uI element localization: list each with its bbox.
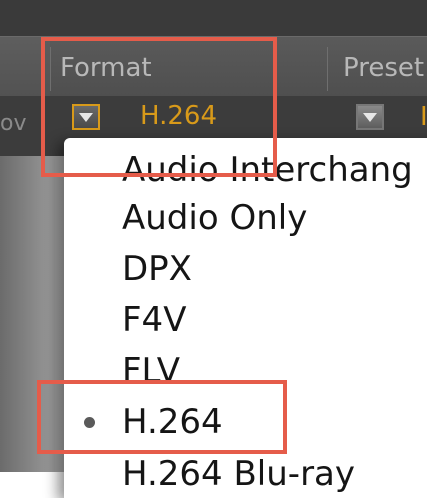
- menu-item-f4v[interactable]: F4V: [122, 300, 186, 340]
- column-header-preset[interactable]: Preset: [343, 53, 424, 83]
- menu-item-dpx[interactable]: DPX: [122, 249, 192, 289]
- column-divider: [327, 47, 328, 91]
- top-bar: [0, 0, 427, 36]
- menu-item-audio-only[interactable]: Audio Only: [122, 198, 307, 238]
- dropdown-arrow-icon: [363, 112, 377, 122]
- row-truncated-text: ov: [0, 111, 27, 136]
- annotation-highlight-format: [41, 37, 277, 177]
- menu-item-h264-bluray[interactable]: H.264 Blu-ray: [122, 454, 355, 494]
- annotation-highlight-h264: [37, 380, 287, 454]
- preset-dropdown-button[interactable]: [356, 104, 384, 130]
- preset-selected-value[interactable]: I: [420, 102, 427, 132]
